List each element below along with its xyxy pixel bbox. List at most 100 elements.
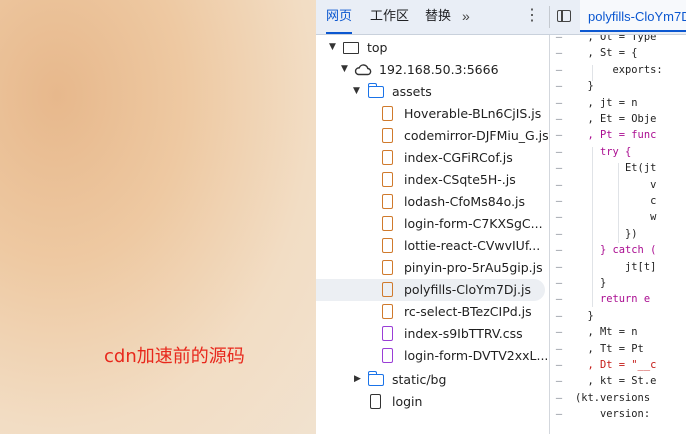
- code-text: c: [575, 195, 657, 207]
- toolbar-divider: [549, 6, 550, 28]
- more-options-icon[interactable]: ⋮: [524, 7, 540, 25]
- line-marker: –: [555, 244, 563, 257]
- code-line: – }: [550, 78, 686, 94]
- code-line: – }): [550, 226, 686, 242]
- line-marker: –: [555, 211, 563, 224]
- code-text: exports:: [575, 63, 663, 76]
- code-line: – , jt = n: [550, 95, 686, 111]
- css-file-icon: [382, 326, 393, 341]
- editor-tab-polyfills[interactable]: polyfills-CloYm7D: [580, 0, 686, 32]
- more-tabs-icon[interactable]: »: [462, 8, 470, 24]
- js-file-icon: [382, 216, 393, 231]
- tree-item-label: 192.168.50.3:5666: [379, 62, 499, 77]
- tree-file[interactable]: index-CGFiRCof.js: [316, 147, 549, 169]
- code-text: , Ot = Type: [575, 35, 657, 43]
- line-marker: –: [555, 227, 563, 240]
- code-line: – }: [550, 275, 686, 291]
- code-line: – , Tt = Pt: [550, 341, 686, 357]
- file-navigator: ▼ top ▼ 192.168.50.3:5666 ▼ assets Hover…: [316, 35, 550, 434]
- code-line: – exports:: [550, 62, 686, 78]
- code-line: – return e: [550, 291, 686, 307]
- expand-arrow-icon[interactable]: ▼: [341, 64, 348, 74]
- tree-file[interactable]: codemirror-DJFMiu_G.js: [316, 125, 549, 147]
- code-text: }): [575, 227, 638, 240]
- tree-file[interactable]: lottie-react-CVwvIUf...: [316, 235, 549, 257]
- code-editor[interactable]: – , Ot = Type – , St = { – exports: – } …: [550, 35, 686, 434]
- tree-item-label: static/bg: [392, 372, 447, 387]
- code-text: , Et = Obje: [575, 113, 657, 125]
- code-text: v: [575, 178, 657, 191]
- code-line: – (kt.versions: [550, 390, 686, 406]
- code-line: – w: [550, 209, 686, 225]
- tree-file[interactable]: lodash-CfoMs84o.js: [316, 191, 549, 213]
- tree-file-selected[interactable]: polyfills-CloYm7Dj.js: [316, 279, 545, 301]
- code-line: – }: [550, 308, 686, 324]
- css-file-icon: [382, 348, 393, 363]
- js-file-icon: [382, 106, 393, 121]
- code-text: Et(jt: [575, 162, 657, 175]
- tab-overrides[interactable]: 替换: [425, 0, 451, 34]
- expand-arrow-icon[interactable]: ▼: [353, 86, 360, 96]
- code-text: version:: [575, 408, 651, 421]
- tree-file[interactable]: login-form-C7KXSgC...: [316, 213, 549, 235]
- js-file-icon: [382, 150, 393, 165]
- tab-workspace[interactable]: 工作区: [370, 0, 409, 34]
- line-marker: –: [555, 195, 563, 207]
- code-line: – version:: [550, 406, 686, 422]
- tab-page[interactable]: 网页: [326, 0, 353, 34]
- code-text: , jt = n: [575, 96, 638, 109]
- tree-file[interactable]: rc-select-BTezCIPd.js: [316, 301, 549, 323]
- code-text: , Dt = "__c: [575, 359, 657, 371]
- tree-file-label: pinyin-pro-5rAu5gip.js: [404, 260, 543, 275]
- code-line: – , Pt = func: [550, 127, 686, 143]
- tree-file[interactable]: login-form-DVTV2xxL...: [316, 345, 549, 367]
- tree-file[interactable]: index-CSqte5H-.js: [316, 169, 549, 191]
- line-marker: –: [555, 129, 563, 142]
- code-text: }: [575, 309, 594, 322]
- line-marker: –: [555, 96, 563, 109]
- code-text: (kt.versions: [575, 391, 651, 404]
- tree-file[interactable]: pinyin-pro-5rAu5gip.js: [316, 257, 549, 279]
- code-text: }: [575, 80, 594, 93]
- tree-file[interactable]: Hoverable-BLn6CjIS.js: [316, 103, 549, 125]
- line-marker: –: [555, 80, 563, 93]
- tree-file-label: index-CGFiRCof.js: [404, 150, 513, 165]
- line-marker: –: [555, 326, 563, 339]
- line-marker: –: [555, 342, 563, 355]
- code-text: w: [575, 211, 657, 224]
- tree-file-label: polyfills-CloYm7Dj.js: [404, 282, 531, 297]
- tree-item-label: login: [392, 394, 423, 409]
- line-marker: –: [555, 375, 563, 388]
- frame-icon: [343, 42, 359, 54]
- line-marker: –: [555, 63, 563, 76]
- document-icon: [370, 394, 381, 409]
- js-file-icon: [382, 282, 393, 297]
- js-file-icon: [382, 238, 393, 253]
- code-line: – , St = {: [550, 45, 686, 61]
- tree-item-login[interactable]: login: [316, 391, 549, 413]
- page-background: cdn加速前的源码: [0, 0, 316, 434]
- collapse-arrow-icon[interactable]: ▶: [354, 374, 361, 384]
- line-marker: –: [555, 178, 563, 191]
- tree-file-label: index-s9IbTTRV.css: [404, 326, 523, 341]
- expand-arrow-icon[interactable]: ▼: [329, 42, 336, 52]
- code-line: – jt[t]: [550, 259, 686, 275]
- tree-file-label: lodash-CfoMs84o.js: [404, 194, 526, 209]
- code-text: , Tt = Pt: [575, 342, 644, 355]
- toggle-navigator-icon[interactable]: [557, 10, 571, 22]
- tree-item-label: assets: [392, 84, 432, 99]
- tree-file-label: codemirror-DJFMiu_G.js: [404, 128, 549, 143]
- code-line: – c: [550, 193, 686, 209]
- code-text: try {: [575, 145, 632, 158]
- tree-item-top[interactable]: ▼ top: [316, 37, 549, 59]
- tree-item-assets[interactable]: ▼ assets: [316, 81, 549, 103]
- code-line: – , Mt = n: [550, 324, 686, 340]
- tree-file[interactable]: index-s9IbTTRV.css: [316, 323, 549, 345]
- line-marker: –: [555, 35, 563, 43]
- cloud-icon: [354, 63, 372, 79]
- tree-item-static-bg[interactable]: ▶ static/bg: [316, 369, 549, 391]
- code-text: return e: [575, 293, 651, 306]
- tree-item-host[interactable]: ▼ 192.168.50.3:5666: [316, 59, 549, 81]
- js-file-icon: [382, 260, 393, 275]
- code-text: } catch (: [575, 244, 657, 257]
